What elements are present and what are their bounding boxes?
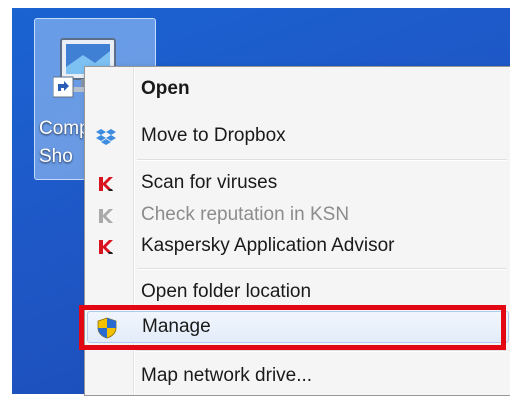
menu-item-open[interactable]: Open [87,74,509,104]
menu-item-kaspersky-advisor[interactable]: Kaspersky Application Advisor [87,231,509,261]
menu-item-scan-for-viruses[interactable]: Scan for viruses [87,168,509,198]
dropbox-icon [95,126,117,148]
menu-item-check-reputation: Check reputation in KSN [87,200,509,230]
menu-item-label: Map network drive... [141,365,313,386]
menu-item-label: Move to Dropbox [141,125,286,146]
menu-item-label: Check reputation in KSN [141,204,350,225]
menu-separator [137,268,507,270]
menu-item-move-to-dropbox[interactable]: Move to Dropbox [87,121,509,151]
menu-item-map-network-drive[interactable]: Map network drive... [87,361,509,391]
menu-item-label: Kaspersky Application Advisor [141,235,395,256]
menu-separator [137,350,507,352]
menu-item-label: Scan for viruses [141,172,278,193]
menu-item-label: Open folder location [141,281,312,302]
menu-separator [137,159,507,161]
menu-item-open-folder-location[interactable]: Open folder location [87,277,509,307]
menu-item-label: Open [141,78,190,99]
kaspersky-icon [95,236,117,258]
kaspersky-icon [95,173,117,195]
kaspersky-gray-icon [95,205,117,227]
red-highlight-box [79,305,506,350]
